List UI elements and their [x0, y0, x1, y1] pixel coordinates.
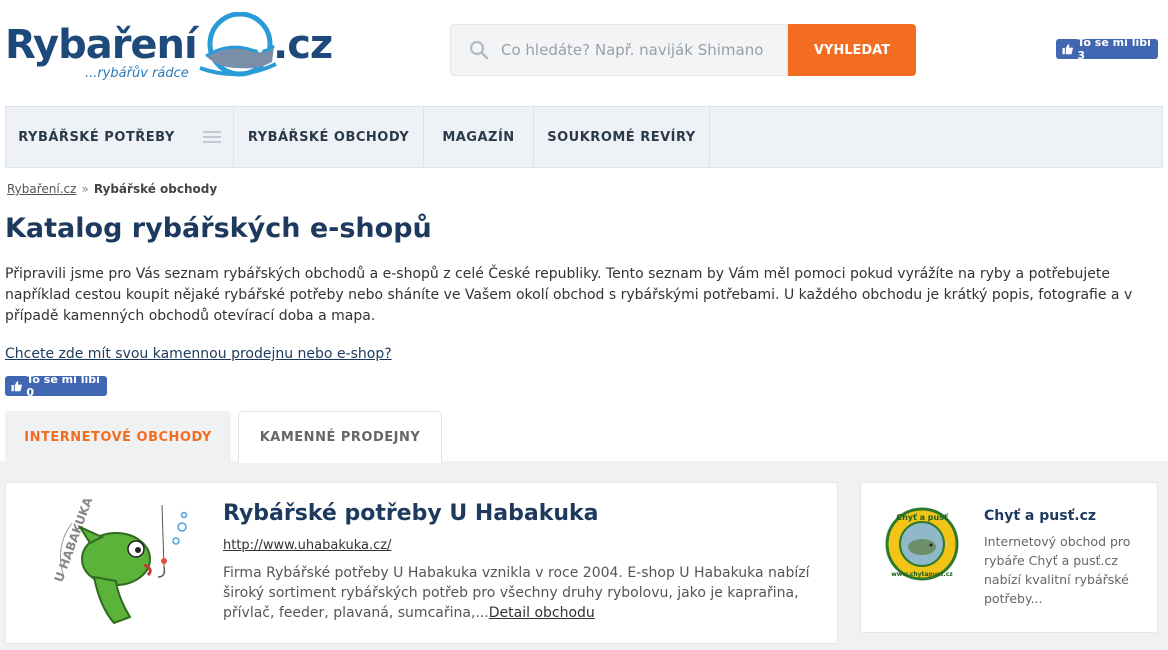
tab-physical-stores[interactable]: KAMENNÉ PRODEJNY	[238, 411, 442, 463]
shop-logo-image[interactable]: U HABAKUKA	[44, 497, 194, 627]
side-logo-text-bottom: www.chytapust.cz	[891, 571, 953, 578]
nav-item-fishing-supplies[interactable]: RYBÁŘSKÉ POTŘEBY	[6, 107, 234, 167]
site-logo[interactable]: Rybaření .cz ...rybářův rádce	[5, 12, 335, 84]
chyt-a-pust-logo-image[interactable]: Chyť a pusť www.chytapust.cz	[885, 507, 959, 581]
nav-item-fishing-shops[interactable]: RYBÁŘSKÉ OBCHODY	[234, 107, 424, 167]
shop-card-side: Chyť a pusť www.chytapust.cz Chyť a pusť…	[860, 482, 1158, 633]
shop-detail-link[interactable]: Detail obchodu	[489, 605, 595, 621]
logo-main-text: Rybaření	[5, 22, 198, 68]
nav-item-label: RYBÁŘSKÉ POTŘEBY	[18, 129, 175, 145]
facebook-like-label: To se mi líbí 3	[1077, 36, 1151, 62]
thumbs-up-icon	[1062, 44, 1073, 55]
nav-item-magazine[interactable]: MAGAZÍN	[424, 107, 534, 167]
breadcrumb-separator: »	[81, 182, 89, 196]
logo-tagline: ...rybářův rádce	[85, 66, 189, 81]
facebook-like-button[interactable]: To se mi líbí 0	[5, 373, 107, 399]
search-box	[450, 24, 788, 76]
main-navigation: RYBÁŘSKÉ POTŘEBY RYBÁŘSKÉ OBCHODY MAGAZÍ…	[5, 106, 1163, 168]
side-shop-title[interactable]: Chyť a pusť.cz	[984, 508, 1096, 524]
site-header: Rybaření .cz ...rybářův rádce VYHLEDAT T…	[0, 0, 1168, 100]
nav-item-private-waters[interactable]: SOUKROMÉ REVÍRY	[534, 107, 710, 167]
breadcrumb-current: Rybářské obchody	[93, 182, 218, 196]
add-shop-link[interactable]: Chcete zde mít svou kamennou prodejnu ne…	[5, 346, 392, 362]
side-shop-description: Internetový obchod pro rybáře Chyť a pus…	[984, 534, 1131, 606]
shop-description: Firma Rybářské potřeby U Habakuka vznikl…	[223, 563, 823, 623]
intro-paragraph: Připravili jsme pro Vás seznam rybářskýc…	[5, 266, 1133, 324]
breadcrumb: Rybaření.cz » Rybářské obchody	[7, 182, 217, 196]
logo-domain-text: .cz	[273, 22, 333, 68]
shop-url-link[interactable]: http://www.uhabakuka.cz/	[223, 538, 391, 553]
side-logo-text-top: Chyť a pusť	[896, 513, 949, 522]
facebook-like-button[interactable]: To se mi líbí 3	[1056, 36, 1158, 62]
nav-item-label: MAGAZÍN	[442, 129, 515, 145]
page-title: Katalog rybářských e-shopů	[5, 213, 432, 244]
nav-item-label: SOUKROMÉ REVÍRY	[547, 129, 696, 145]
breadcrumb-home-link[interactable]: Rybaření.cz	[7, 182, 76, 196]
shop-card: U HABAKUKA Rybářské potřeby U Habakuka h…	[5, 482, 838, 644]
fish-logo-icon	[199, 12, 277, 77]
tab-online-shops[interactable]: INTERNETOVÉ OBCHODY	[5, 411, 231, 463]
search-icon	[469, 40, 489, 60]
search-input[interactable]	[501, 25, 781, 75]
facebook-like-label: To se mi líbí 0	[26, 373, 100, 399]
thumbs-up-icon	[11, 381, 22, 392]
search-button[interactable]: VYHLEDAT	[788, 24, 916, 76]
nav-item-label: RYBÁŘSKÉ OBCHODY	[247, 129, 410, 145]
shop-title[interactable]: Rybářské potřeby U Habakuka	[223, 501, 599, 526]
hamburger-menu-icon[interactable]	[202, 131, 221, 143]
